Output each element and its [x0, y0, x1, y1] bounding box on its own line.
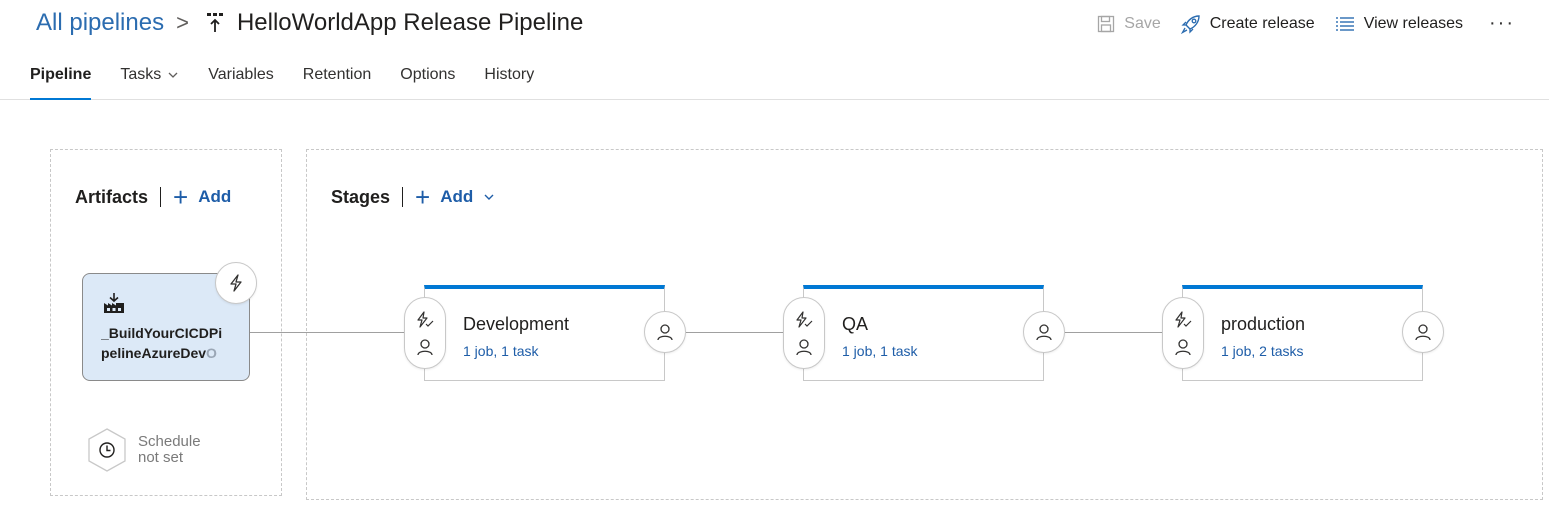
post-deployment-conditions-qa[interactable] [1023, 311, 1065, 353]
schedule-text: Schedule not set [138, 434, 201, 466]
stage-name: Development [463, 314, 570, 334]
artifact-name-line2: pelineAzureDevO [101, 343, 245, 363]
tab-label: Pipeline [30, 66, 92, 83]
development-to-qa-connector [686, 332, 784, 333]
stage-name: production [1221, 314, 1306, 334]
schedule-line1: Schedule [138, 433, 201, 450]
post-deployment-conditions-production[interactable] [1402, 311, 1444, 353]
tab-label: Retention [302, 66, 372, 83]
qa-to-production-connector [1065, 332, 1163, 333]
artifacts-title: Artifacts [75, 186, 149, 207]
create-release-button[interactable]: Create release [1180, 14, 1315, 34]
plus-icon: + [415, 182, 431, 212]
breadcrumb-separator: > [176, 10, 189, 35]
stages-header: Stages + Add [331, 184, 495, 210]
build-artifact-icon [103, 292, 125, 319]
pre-deployment-conditions-production[interactable] [1162, 297, 1204, 369]
tab-tasks[interactable]: Tasks [120, 66, 179, 100]
rocket-icon [1180, 14, 1200, 34]
add-artifact-label: Add [198, 187, 232, 206]
page-header: All pipelines > HelloWorldApp Release Pi… [0, 0, 1549, 100]
tab-label: History [484, 66, 535, 83]
header-divider [402, 187, 404, 207]
stages-title: Stages [331, 186, 391, 207]
stage-job-summary-link[interactable]: 1 job, 2 tasks [1221, 343, 1304, 359]
person-icon [1175, 338, 1191, 355]
save-label: Save [1124, 14, 1161, 32]
person-icon [417, 338, 433, 355]
tab-retention[interactable]: Retention [303, 66, 372, 100]
save-button[interactable]: Save [1097, 14, 1161, 33]
tab-label: Tasks [120, 66, 162, 83]
lightning-check-icon [1175, 310, 1192, 328]
stage-card-development[interactable]: Development 1 job, 1 task [424, 285, 665, 381]
artifact-name-line2-faded: O [206, 345, 217, 361]
stage-name: QA [842, 314, 869, 334]
schedule-line2: not set [138, 449, 184, 466]
plus-icon: + [173, 182, 189, 212]
page-title: HelloWorldApp Release Pipeline [236, 9, 584, 36]
person-icon [1415, 324, 1431, 341]
tab-variables[interactable]: Variables [208, 66, 274, 100]
header-actions: Save Create release View releases ··· [1077, 12, 1515, 35]
all-pipelines-link[interactable]: All pipelines [36, 9, 164, 37]
tab-history[interactable]: History [484, 66, 534, 100]
lightning-check-icon [417, 310, 434, 328]
clock-hexagon-icon [88, 428, 126, 472]
tab-label: Variables [208, 66, 274, 83]
more-actions-button[interactable]: ··· [1489, 12, 1515, 35]
stage-card-production[interactable]: production 1 job, 2 tasks [1182, 285, 1423, 381]
create-release-label: Create release [1209, 14, 1315, 32]
stage-job-summary-link[interactable]: 1 job, 1 task [842, 343, 918, 359]
stage-job-summary-link[interactable]: 1 job, 1 task [463, 343, 539, 359]
post-deployment-conditions-development[interactable] [644, 311, 686, 353]
pre-deployment-conditions-development[interactable] [404, 297, 446, 369]
person-icon [1036, 324, 1052, 341]
view-releases-label: View releases [1363, 14, 1464, 32]
person-icon [657, 324, 673, 341]
schedule-trigger[interactable]: Schedule not set [86, 427, 201, 473]
artifact-to-development-connector [250, 332, 405, 333]
tab-bar: Pipeline Tasks Variables Retention Optio… [30, 66, 563, 100]
chevron-down-icon [168, 72, 178, 78]
artifacts-header: Artifacts + Add [75, 184, 231, 210]
add-artifact-button[interactable]: + Add [173, 184, 231, 210]
tab-label: Options [400, 66, 456, 83]
add-stage-button[interactable]: + Add [415, 184, 495, 210]
lightning-check-icon [796, 310, 813, 328]
artifact-name: _BuildYourCICDPi pelineAzureDevO [101, 323, 245, 363]
release-pipeline-icon [205, 12, 225, 34]
person-icon [796, 338, 812, 355]
view-releases-button[interactable]: View releases [1335, 15, 1463, 33]
chevron-down-icon [484, 194, 494, 200]
continuous-deployment-trigger-button[interactable] [215, 262, 257, 304]
save-icon [1098, 15, 1115, 32]
stage-card-qa[interactable]: QA 1 job, 1 task [803, 285, 1044, 381]
list-icon [1335, 16, 1354, 31]
breadcrumb: All pipelines > HelloWorldApp Release Pi… [36, 8, 583, 38]
add-stage-label: Add [440, 187, 474, 206]
artifact-name-line1: _BuildYourCICDPi [101, 325, 223, 341]
tab-options[interactable]: Options [400, 66, 455, 100]
pre-deployment-conditions-qa[interactable] [783, 297, 825, 369]
lightning-icon [230, 274, 242, 292]
header-divider [160, 187, 162, 207]
artifact-name-line2-text: pelineAzureDev [101, 345, 207, 361]
tab-pipeline[interactable]: Pipeline [30, 66, 92, 100]
